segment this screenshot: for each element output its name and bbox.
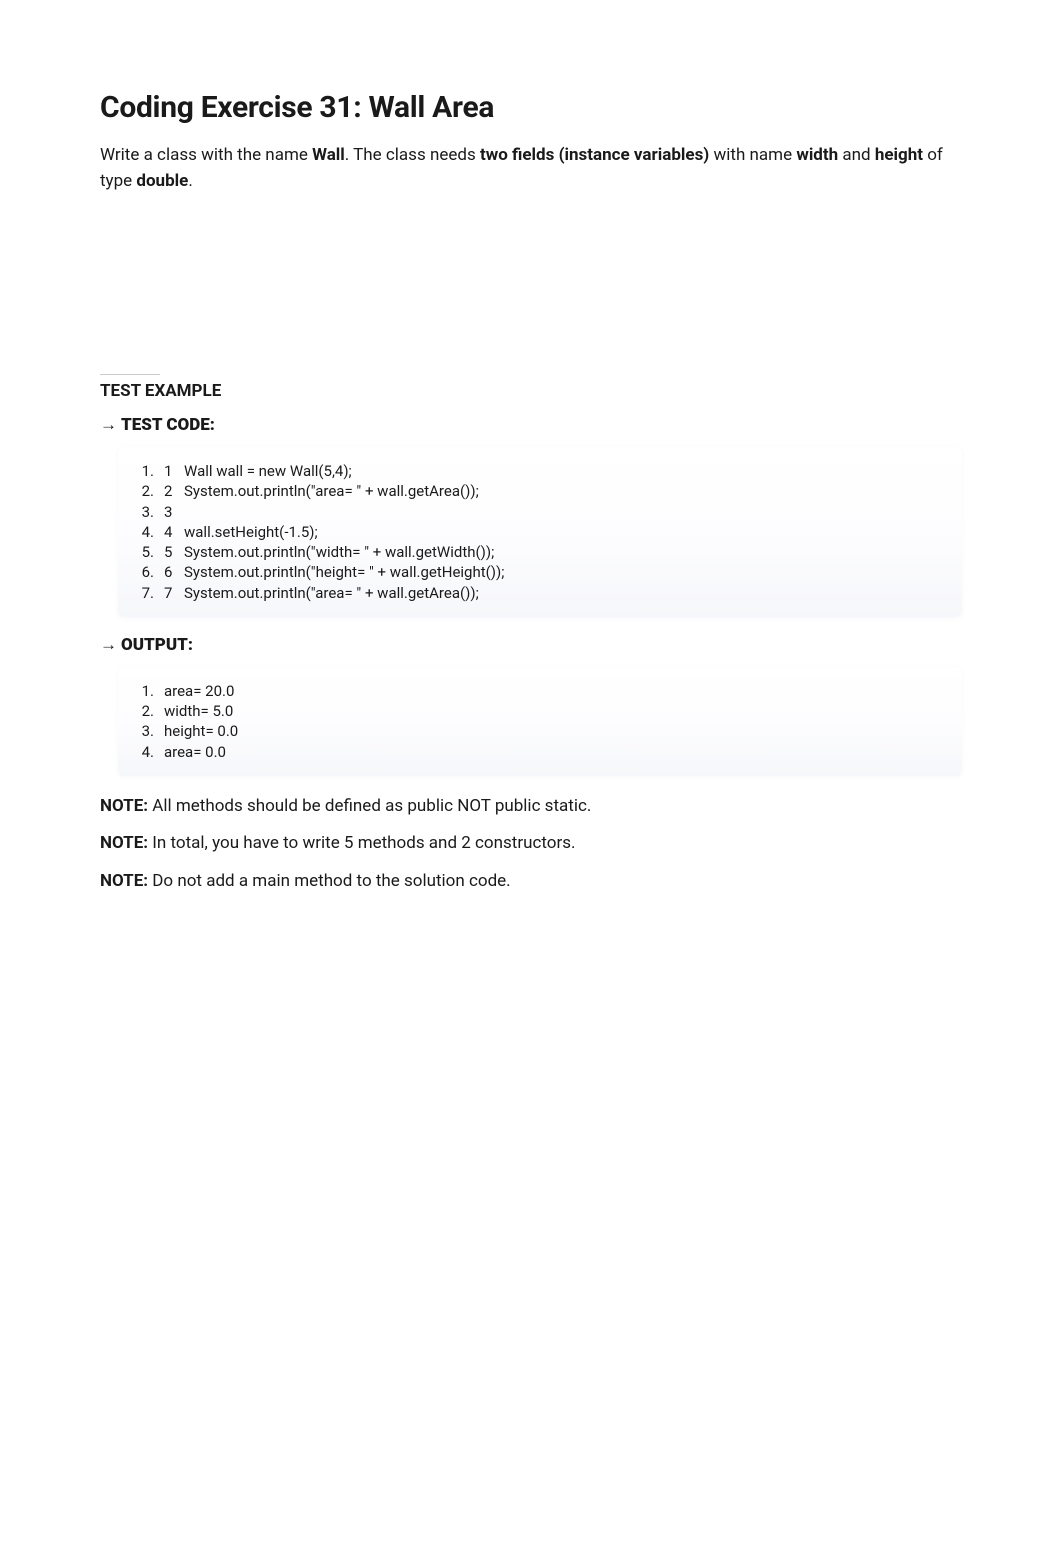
note: NOTE: All methods should be defined as p…: [100, 794, 962, 820]
note-label: NOTE:: [100, 796, 148, 816]
code-line: 66 System.out.println("height= " + wall.g…: [128, 562, 944, 582]
intro-paragraph: Write a class with the name Wall. The cl…: [100, 143, 962, 194]
line-number-outer: 3: [128, 502, 154, 522]
output-line: 1 area= 20.0: [128, 681, 944, 701]
output-heading: →OUTPUT:: [100, 635, 962, 655]
code-text: System.out.println("area= " + wall.getAr…: [184, 583, 479, 603]
intro-text-2: . The class needs: [345, 145, 480, 165]
note-text: All methods should be defined as public …: [148, 796, 591, 816]
page-title: Coding Exercise 31: Wall Area: [100, 90, 962, 125]
output-number: 3: [128, 721, 154, 741]
output-text: area= 20.0: [164, 681, 234, 701]
test-code-block: 11 Wall wall = new Wall(5,4); 22 System.out…: [118, 447, 962, 617]
note-label: NOTE:: [100, 871, 148, 891]
line-number-inner: 5: [164, 542, 178, 562]
note-text: Do not add a main method to the solution…: [148, 871, 511, 891]
note: NOTE: Do not add a main method to the so…: [100, 869, 962, 895]
intro-text-4: and: [838, 145, 875, 165]
output-number: 4: [128, 742, 154, 762]
code-text: Wall wall = new Wall(5,4);: [184, 461, 352, 481]
line-number-outer: 1: [128, 461, 154, 481]
output-text: width= 5.0: [164, 701, 233, 721]
line-number-outer: 5: [128, 542, 154, 562]
output-number: 1: [128, 681, 154, 701]
test-code-label: TEST CODE:: [121, 415, 215, 435]
intro-bold-fields: two fields (instance variables): [480, 145, 709, 165]
intro-text-1: Write a class with the name: [100, 145, 312, 165]
line-number-outer: 6: [128, 562, 154, 582]
code-line: 22 System.out.println("area= " + wall.get…: [128, 481, 944, 501]
output-block: 1 area= 20.0 2 width= 5.0 3 height= 0.0 4 area=…: [118, 667, 962, 776]
divider: [100, 374, 160, 375]
line-number-inner: 7: [164, 583, 178, 603]
arrow-icon: →: [100, 635, 117, 655]
arrow-icon: →: [100, 415, 117, 435]
intro-bold-double: double: [136, 171, 188, 191]
code-text: System.out.println("height= " + wall.get…: [184, 562, 504, 582]
code-text: System.out.println("width= " + wall.getW…: [184, 542, 494, 562]
output-line: 4 area= 0.0: [128, 742, 944, 762]
line-number-inner: 4: [164, 522, 178, 542]
line-number-outer: 4: [128, 522, 154, 542]
output-number: 2: [128, 701, 154, 721]
code-line: 44 wall.setHeight(-1.5);: [128, 522, 944, 542]
code-line: 55 System.out.println("width= " + wall.ge…: [128, 542, 944, 562]
line-number-outer: 2: [128, 481, 154, 501]
code-line: 11 Wall wall = new Wall(5,4);: [128, 461, 944, 481]
code-text: System.out.println("area= " + wall.getAr…: [184, 481, 479, 501]
note: NOTE: In total, you have to write 5 meth…: [100, 831, 962, 857]
test-code-heading: →TEST CODE:: [100, 415, 962, 435]
output-line: 3 height= 0.0: [128, 721, 944, 741]
note-text: In total, you have to write 5 methods an…: [148, 833, 575, 853]
intro-text-3: with name: [709, 145, 796, 165]
line-number-inner: 6: [164, 562, 178, 582]
intro-bold-width: width: [796, 145, 838, 165]
intro-bold-wall: Wall: [312, 145, 345, 165]
output-label: OUTPUT:: [121, 635, 193, 655]
note-label: NOTE:: [100, 833, 148, 853]
test-example-heading: TEST EXAMPLE: [100, 381, 962, 401]
output-line: 2 width= 5.0: [128, 701, 944, 721]
output-text: height= 0.0: [164, 721, 238, 741]
intro-text-6: .: [188, 171, 192, 191]
output-text: area= 0.0: [164, 742, 226, 762]
line-number-inner: 3: [164, 502, 178, 522]
line-number-inner: 1: [164, 461, 178, 481]
intro-bold-height: height: [875, 145, 923, 165]
code-line: 77 System.out.println("area= " + wall.get…: [128, 583, 944, 603]
line-number-inner: 2: [164, 481, 178, 501]
code-text: wall.setHeight(-1.5);: [184, 522, 318, 542]
line-number-outer: 7: [128, 583, 154, 603]
code-line: 33: [128, 502, 944, 522]
